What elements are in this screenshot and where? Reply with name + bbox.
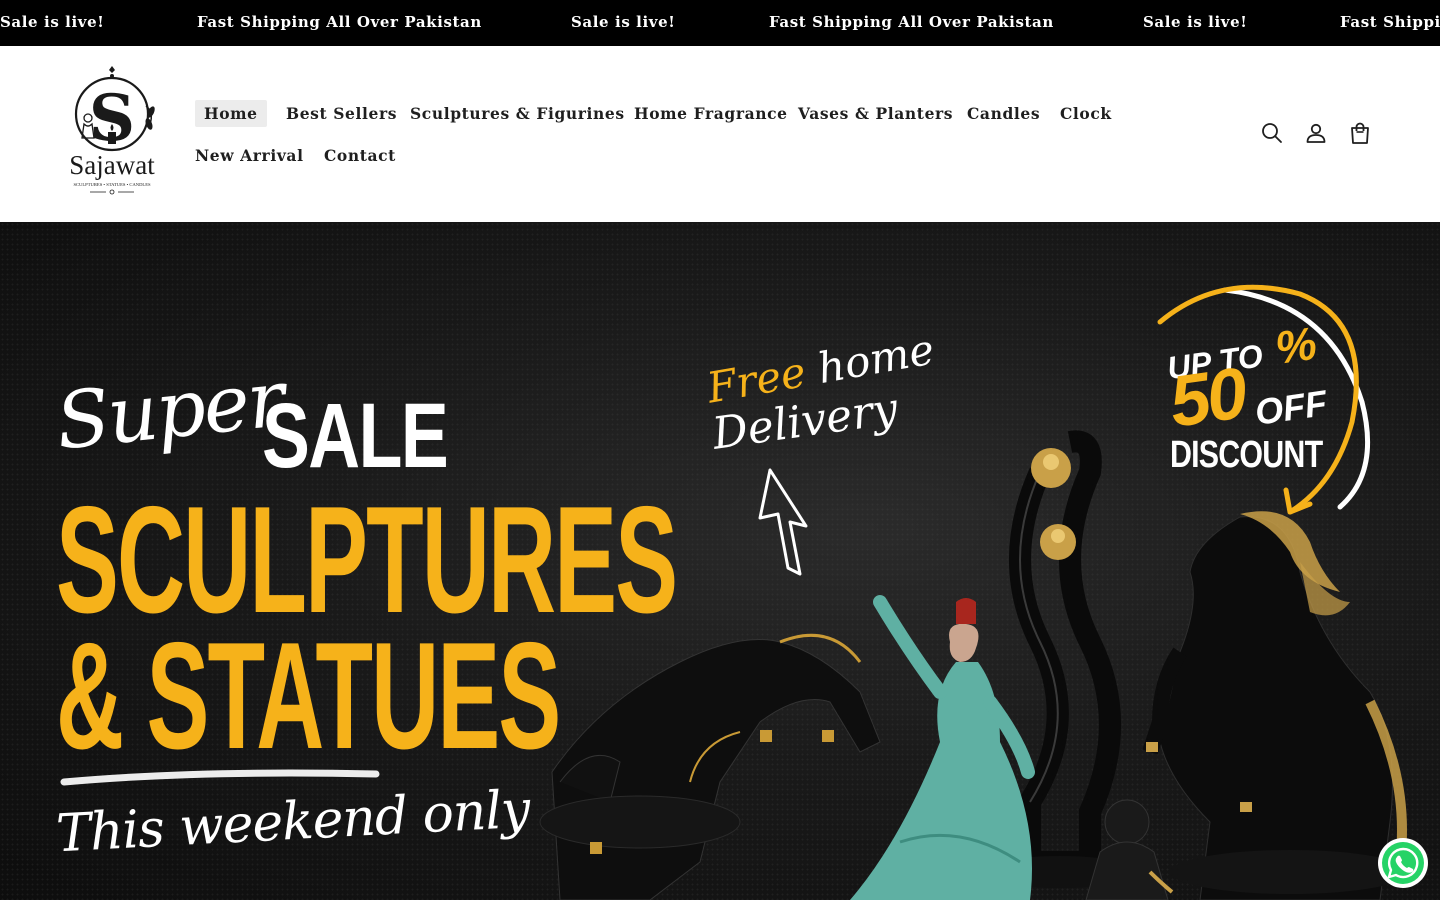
discount-fifty: 50 xyxy=(1164,353,1250,443)
hero-sale-label: SALE xyxy=(262,385,449,487)
nav-item-home-fragrance[interactable]: Home Fragrance xyxy=(634,104,788,123)
logo-tagline: SCULPTURES • STATUES • CANDLES xyxy=(73,182,151,187)
whatsapp-icon[interactable] xyxy=(1378,838,1428,888)
nav-item-sculptures-figurines[interactable]: Sculptures & Figurines xyxy=(410,104,625,123)
percent-sign: % xyxy=(1272,316,1320,374)
sajawat-logo[interactable]: S Sajawat SCULPTURES • STATUES • CANDLES xyxy=(56,66,168,198)
announcement-bar: Sale is live! Fast Shipping All Over Pak… xyxy=(0,0,1440,46)
nav-item-clock[interactable]: Clock xyxy=(1060,104,1112,123)
hero-banner[interactable]: Super SALE SCULPTURES & STATUES This wee… xyxy=(0,222,1440,900)
svg-text:S: S xyxy=(89,81,135,156)
announcement-item: Fast Shipping All Over Pakistan xyxy=(1340,13,1440,31)
account-icon[interactable] xyxy=(1304,121,1328,145)
search-icon[interactable] xyxy=(1260,121,1284,145)
discount-off: OFF xyxy=(1252,382,1330,433)
nav-item-home[interactable]: Home xyxy=(195,100,267,127)
announcement-item: Sale is live! xyxy=(571,13,676,31)
discount-label: DISCOUNT xyxy=(1170,434,1323,476)
cart-icon[interactable] xyxy=(1348,121,1372,145)
hero-super-label: Super xyxy=(51,354,288,468)
nav-item-contact[interactable]: Contact xyxy=(324,146,396,165)
announcement-item: Sale is live! xyxy=(0,13,105,31)
nav-item-new-arrival[interactable]: New Arrival xyxy=(195,146,304,165)
site-header: S Sajawat SCULPTURES • STATUES • CANDLES… xyxy=(0,46,1440,222)
nav-item-vases-planters[interactable]: Vases & Planters xyxy=(798,104,953,123)
hero-heading-line-2: & STATUES xyxy=(56,611,561,781)
nav-item-candles[interactable]: Candles xyxy=(967,104,1040,123)
announcement-item: Fast Shipping All Over Pakistan xyxy=(197,13,482,31)
nav-item-best-sellers[interactable]: Best Sellers xyxy=(286,104,397,123)
announcement-item: Fast Shipping All Over Pakistan xyxy=(769,13,1054,31)
logo-wordmark: Sajawat xyxy=(69,150,155,180)
announcement-item: Sale is live! xyxy=(1143,13,1248,31)
